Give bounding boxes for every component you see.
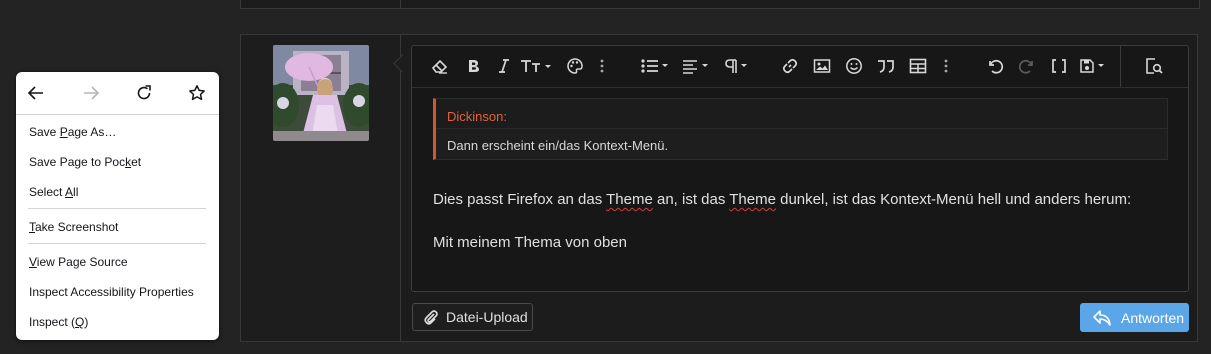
menu-item-save-page-as[interactable]: Save Page As… [29, 125, 116, 139]
image-icon[interactable] [812, 56, 832, 76]
link-icon[interactable] [780, 56, 800, 76]
access-key: P [59, 125, 68, 139]
more-vertical-icon[interactable] [597, 56, 607, 76]
text-size-icon[interactable] [520, 56, 554, 76]
misspelled-word[interactable]: Theme [606, 191, 653, 208]
eraser-icon[interactable] [430, 56, 450, 76]
italic-icon[interactable] [494, 56, 514, 76]
menu-text: age As… [67, 125, 117, 139]
palette-icon[interactable] [564, 56, 586, 76]
misspelled-word[interactable]: Theme [729, 191, 776, 208]
quote-block: Dickinson: Dann erscheint ein/das Kontex… [433, 98, 1168, 160]
previous-post-divider [400, 0, 401, 8]
quote-text: Dann erscheint ein/das Kontext-Menü. [447, 138, 669, 153]
paperclip-icon [424, 309, 438, 325]
reply-post: Dickinson: Dann erscheint ein/das Kontex… [240, 34, 1198, 342]
menu-text: Inspect Accessibility Properties [29, 285, 194, 299]
menu-item-take-screenshot[interactable]: Take Screenshot [29, 220, 118, 234]
menu-separator [28, 208, 206, 209]
context-menu-navigation [16, 72, 219, 115]
upload-label: Datei-Upload [446, 309, 528, 325]
redo-icon[interactable] [1017, 56, 1037, 76]
menu-separator [28, 243, 206, 244]
avatar[interactable] [273, 45, 369, 141]
editor-paragraph-1: Dies passt Firefox an das Theme an, ist … [433, 191, 1131, 208]
reload-icon[interactable] [134, 83, 154, 103]
editor-toolbar [412, 46, 1188, 88]
access-key: A [65, 185, 74, 199]
menu-text: iew Page Source [36, 255, 128, 269]
menu-text: Save Page to Poc [29, 155, 126, 169]
preview-toggle [1120, 46, 1188, 87]
save-draft-icon[interactable] [1079, 56, 1109, 76]
back-arrow-icon[interactable] [26, 83, 46, 103]
bold-icon[interactable] [463, 56, 483, 76]
brackets-icon[interactable] [1050, 56, 1068, 76]
menu-text: ) [84, 315, 89, 329]
menu-text: Save [29, 125, 60, 139]
menu-item-inspect-accessibility[interactable]: Inspect Accessibility Properties [29, 285, 194, 299]
access-key: V [29, 255, 37, 269]
access-key: Q [75, 315, 85, 329]
bookmark-star-icon[interactable] [187, 83, 207, 103]
quote-icon[interactable] [875, 56, 897, 76]
reply-label: Antworten [1121, 309, 1185, 326]
file-upload-button[interactable]: Datei-Upload [412, 303, 533, 331]
quote-author[interactable]: Dickinson: [436, 99, 1167, 129]
text-segment: an, ist das [652, 191, 730, 208]
reply-button[interactable]: Antworten [1080, 303, 1189, 332]
text-segment: dunkel, ist das Kontext-Menü hell und an… [775, 191, 1132, 208]
smiley-icon[interactable] [844, 56, 864, 76]
menu-text: ake Screenshot [35, 220, 119, 234]
more-vertical-icon[interactable] [941, 56, 951, 76]
undo-icon[interactable] [985, 56, 1005, 76]
user-column [241, 35, 401, 341]
menu-item-view-page-source[interactable]: View Page Source [29, 255, 128, 269]
paragraph-icon[interactable] [724, 56, 750, 76]
menu-item-select-all[interactable]: Select All [29, 185, 78, 199]
preview-icon[interactable] [1143, 56, 1165, 76]
list-icon[interactable] [640, 56, 672, 76]
menu-text: ll [73, 185, 79, 199]
menu-text: Select [29, 185, 66, 199]
menu-text: et [131, 155, 142, 169]
forward-arrow-icon[interactable] [81, 83, 101, 103]
menu-text: Inspect ( [29, 315, 76, 329]
rich-text-editor[interactable]: Dickinson: Dann erscheint ein/das Kontex… [411, 45, 1189, 292]
text-segment: Dies passt Firefox an das [433, 191, 607, 208]
align-icon[interactable] [682, 56, 712, 76]
editor-paragraph-2: Mit meinem Thema von oben [433, 234, 627, 251]
previous-post-edge [240, 0, 1200, 9]
table-icon[interactable] [908, 56, 928, 76]
context-menu: Save Page As… Save Page to Pocket Select… [16, 72, 219, 340]
menu-item-save-to-pocket[interactable]: Save Page to Pocket [29, 155, 141, 169]
reply-icon [1092, 309, 1112, 327]
menu-item-inspect[interactable]: Inspect (Q) [29, 315, 88, 329]
